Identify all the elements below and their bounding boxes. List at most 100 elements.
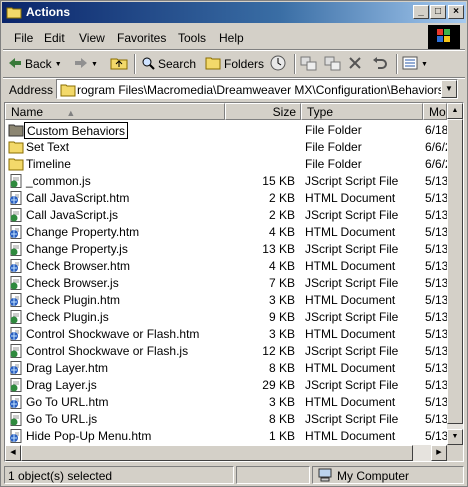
- list-item[interactable]: Change Property.htm 4 KB HTML Document 5/13: [5, 224, 447, 241]
- views-button[interactable]: ▼: [402, 54, 428, 74]
- scrollbar-corner: [447, 445, 463, 461]
- file-name: Call JavaScript.htm: [26, 191, 130, 205]
- menu-tools[interactable]: Tools: [178, 31, 206, 45]
- folder-icon: [60, 83, 76, 98]
- delete-button[interactable]: [348, 54, 362, 74]
- file-name: Control Shockwave or Flash.js: [26, 344, 189, 358]
- scroll-up-button[interactable]: ▲: [447, 103, 463, 119]
- address-bar: Address rogram Files\Macromedia\Dreamwea…: [2, 79, 466, 101]
- column-modified-label: Modi: [429, 105, 446, 119]
- status-location-text: My Computer: [337, 469, 410, 483]
- column-size-label: Size: [272, 105, 296, 119]
- list-item[interactable]: Control Shockwave or Flash.js 12 KB JScrip…: [5, 343, 447, 360]
- close-button[interactable]: ×: [448, 5, 464, 19]
- maximize-button[interactable]: □: [430, 5, 446, 19]
- file-name: Call JavaScript.js: [26, 208, 119, 222]
- minimize-button[interactable]: _: [413, 5, 429, 19]
- file-list[interactable]: Name ▲ Size Type Modi Custom Behaviors Fi…: [4, 102, 464, 462]
- address-input[interactable]: rogram Files\Macromedia\Dreamweaver MX\C…: [56, 79, 458, 99]
- horizontal-scrollbar[interactable]: ◀ ▶: [5, 445, 447, 461]
- file-size: 15 KB: [262, 174, 295, 188]
- file-type: HTML Document: [305, 191, 396, 205]
- list-item[interactable]: _common.js 15 KB JScript Script File 5/13: [5, 173, 447, 190]
- column-header-modified[interactable]: Modi: [423, 103, 447, 120]
- column-header-name[interactable]: Name ▲: [5, 103, 225, 120]
- search-button[interactable]: Search: [141, 54, 196, 74]
- menu-view[interactable]: View: [79, 31, 105, 45]
- status-bar: 1 object(s) selected My Computer: [2, 465, 466, 485]
- list-item[interactable]: Go To URL.htm 3 KB HTML Document 5/13: [5, 394, 447, 411]
- file-modified: 5/13: [425, 174, 447, 188]
- up-folder-button[interactable]: [110, 54, 128, 74]
- file-type: JScript Script File: [305, 174, 399, 188]
- file-modified: 5/13: [425, 344, 447, 358]
- list-item[interactable]: Timeline File Folder 6/6/2: [5, 156, 447, 173]
- list-item[interactable]: Hide Pop-Up Menu.htm 1 KB HTML Document 5/1…: [5, 428, 447, 445]
- jscript-file-icon: [8, 344, 24, 358]
- scroll-right-button[interactable]: ▶: [431, 445, 447, 461]
- list-item[interactable]: Check Browser.js 7 KB JScript Script File 5…: [5, 275, 447, 292]
- rename-input[interactable]: Custom Behaviors: [24, 122, 128, 139]
- list-item[interactable]: Change Property.js 13 KB JScript Script Fi…: [5, 241, 447, 258]
- list-item[interactable]: Drag Layer.htm 8 KB HTML Document 5/13: [5, 360, 447, 377]
- file-size: 9 KB: [268, 310, 295, 324]
- column-header-size[interactable]: Size: [225, 103, 301, 120]
- menu-file[interactable]: File: [14, 31, 33, 45]
- list-item[interactable]: Call JavaScript.htm 2 KB HTML Document 5/13: [5, 190, 447, 207]
- forward-button[interactable]: ▼: [74, 54, 98, 74]
- menu-favorites[interactable]: Favorites: [117, 31, 166, 45]
- folder-icon: [6, 5, 22, 19]
- scroll-down-button[interactable]: ▼: [447, 429, 463, 445]
- file-modified: 6/18: [425, 123, 447, 137]
- list-item[interactable]: Check Plugin.js 9 KB JScript Script File 5/…: [5, 309, 447, 326]
- list-item[interactable]: Control Shockwave or Flash.htm 3 KB HTML D…: [5, 326, 447, 343]
- file-type: JScript Script File: [305, 344, 399, 358]
- file-size: 2 KB: [268, 191, 295, 205]
- menu-help[interactable]: Help: [219, 31, 244, 45]
- history-button[interactable]: [270, 54, 286, 74]
- list-item[interactable]: Call JavaScript.js 2 KB JScript Script Fil…: [5, 207, 447, 224]
- file-size: 13 KB: [262, 242, 295, 256]
- explorer-window: Actions _ □ × File Edit View Favorites T…: [0, 0, 468, 487]
- up-folder-icon: [110, 56, 128, 73]
- file-modified: 5/13: [425, 327, 447, 341]
- address-label: Address: [9, 83, 54, 97]
- back-button[interactable]: Back ▼: [8, 54, 62, 74]
- menu-edit[interactable]: Edit: [44, 31, 65, 45]
- file-modified: 5/13: [425, 412, 447, 426]
- file-modified: 5/13: [425, 242, 447, 256]
- list-item[interactable]: Go To URL.js 8 KB JScript Script File 5/13: [5, 411, 447, 428]
- search-label: Search: [158, 57, 197, 71]
- vertical-scrollbar[interactable]: ▲ ▼: [447, 103, 463, 445]
- list-item[interactable]: Check Browser.htm 4 KB HTML Document 5/13: [5, 258, 447, 275]
- list-item[interactable]: Set Text File Folder 6/6/2: [5, 139, 447, 156]
- scroll-left-button[interactable]: ◀: [5, 445, 21, 461]
- windows-logo-icon: [428, 25, 460, 49]
- copy-to-button[interactable]: [324, 54, 342, 74]
- list-item[interactable]: Check Plugin.htm 3 KB HTML Document 5/13: [5, 292, 447, 309]
- status-panel-empty: [236, 466, 310, 484]
- file-type: File Folder: [305, 123, 362, 137]
- address-dropdown-button[interactable]: ▼: [441, 80, 457, 98]
- vertical-scroll-thumb[interactable]: [447, 119, 463, 424]
- menu-bar: File Edit View Favorites Tools Help: [2, 25, 466, 49]
- file-modified: 5/13: [425, 208, 447, 222]
- file-name: Custom Behaviors: [27, 124, 126, 138]
- file-name: Check Browser.htm: [26, 259, 131, 273]
- jscript-file-icon: [8, 310, 24, 324]
- folders-button[interactable]: Folders: [205, 54, 264, 74]
- html-document-icon: [8, 327, 24, 341]
- undo-button[interactable]: [372, 54, 388, 74]
- move-to-button[interactable]: [300, 54, 318, 74]
- folders-icon: [205, 56, 221, 73]
- file-name: Drag Layer.js: [26, 378, 97, 392]
- horizontal-scroll-thumb[interactable]: [21, 445, 413, 461]
- column-header-type[interactable]: Type: [301, 103, 423, 120]
- title-bar[interactable]: Actions _ □ ×: [2, 2, 466, 23]
- list-item[interactable]: Custom Behaviors File Folder 6/18: [5, 122, 447, 139]
- html-document-icon: [8, 259, 24, 273]
- file-name: Change Property.js: [26, 242, 128, 256]
- forward-arrow-icon: [74, 57, 88, 72]
- toolbar-separator: [134, 54, 136, 74]
- list-item[interactable]: Drag Layer.js 29 KB JScript Script File 5/1…: [5, 377, 447, 394]
